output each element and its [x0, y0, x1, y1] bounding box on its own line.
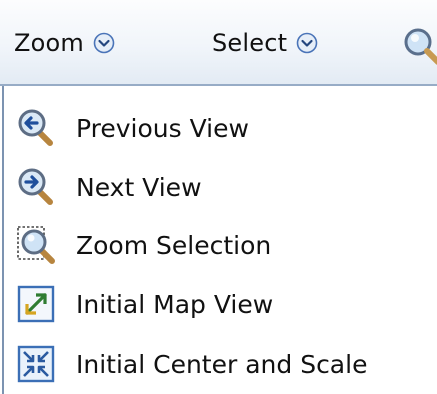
expand-diagonal-icon [17, 285, 55, 323]
menu-item-label: Next View [76, 172, 202, 202]
menu-item-zoom-selection[interactable]: Zoom Selection [10, 217, 430, 273]
menu-left-border [2, 86, 4, 394]
menu-item-label: Previous View [76, 113, 249, 143]
zoom-dropdown-label: Zoom [14, 29, 84, 57]
menu-item-initial-center-and-scale[interactable]: Initial Center and Scale [10, 336, 430, 392]
magnifier-forward-arrow-icon [18, 168, 53, 205]
chevron-circle-down-icon [296, 32, 318, 54]
menu-item-next-view[interactable]: Next View [10, 159, 430, 215]
select-dropdown-label: Select [212, 29, 288, 57]
zoom-menu-window: Zoom Select Previous View Next View Zoom… [0, 0, 437, 394]
select-dropdown-button[interactable]: Select [212, 0, 318, 86]
center-scale-icon [17, 345, 55, 383]
magnifier-icon[interactable] [402, 26, 437, 66]
menu-item-previous-view[interactable]: Previous View [10, 100, 430, 156]
magnifier-back-arrow-icon [18, 109, 53, 146]
menu-item-label: Zoom Selection [76, 230, 272, 260]
menu-item-label: Initial Center and Scale [76, 349, 368, 379]
menu-item-label: Initial Map View [76, 289, 274, 319]
zoom-selection-icon [17, 226, 55, 264]
chevron-circle-down-icon [93, 32, 115, 54]
zoom-dropdown-button[interactable]: Zoom [14, 0, 115, 86]
menu-item-initial-map-view[interactable]: Initial Map View [10, 276, 430, 332]
toolbar: Zoom Select [0, 0, 437, 86]
